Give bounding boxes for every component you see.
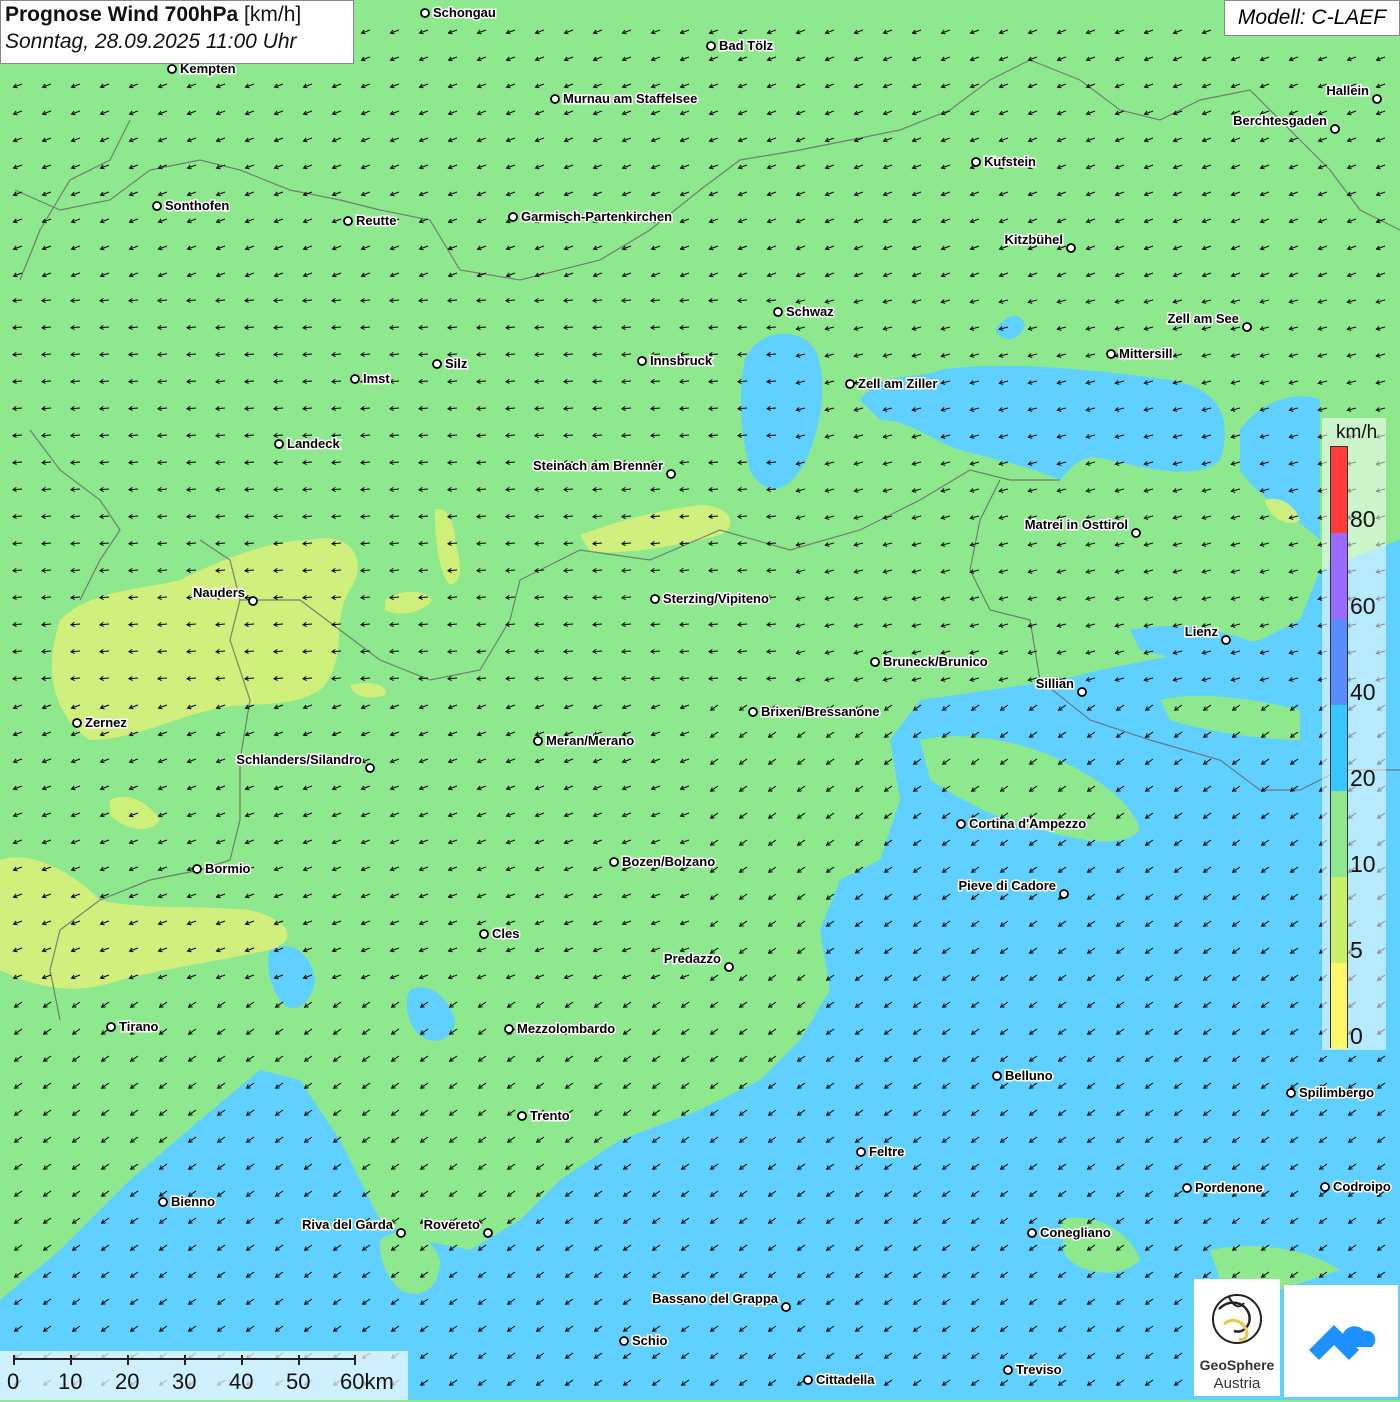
city-dot: [609, 857, 619, 867]
city-label: Innsbruck: [650, 353, 713, 368]
city-label: Bad Tölz: [719, 38, 774, 53]
city-label: Zernez: [85, 715, 127, 730]
city-label: Sillian: [1036, 676, 1074, 691]
city-dot: [748, 707, 758, 717]
city-dot: [152, 201, 162, 211]
city-dot: [870, 657, 880, 667]
city-dot: [637, 356, 647, 366]
wind-map: SchongauBad TölzKemptenMurnau am Staffel…: [0, 0, 1400, 1400]
city-dot: [343, 216, 353, 226]
city-dot: [248, 596, 258, 606]
city-marker: Innsbruck: [637, 352, 714, 370]
city-dot: [533, 736, 543, 746]
city-label: Landeck: [287, 436, 341, 451]
city-marker: Murnau am Staffelsee: [550, 90, 699, 108]
city-dot: [845, 379, 855, 389]
city-dot: [508, 212, 518, 222]
city-dot: [1066, 243, 1076, 253]
city-dot: [432, 359, 442, 369]
city-dot: [1077, 687, 1087, 697]
city-label: Steinach am Brenner: [533, 458, 663, 473]
city-label: Murnau am Staffelsee: [563, 91, 697, 106]
city-label: Bozen/Bolzano: [622, 854, 715, 869]
city-dot: [420, 8, 430, 18]
city-marker: Zell am Ziller: [845, 375, 939, 393]
city-marker: Cortina d'Ampezzo: [956, 815, 1088, 833]
city-label: Zell am See: [1167, 311, 1239, 326]
city-marker: Schongau: [420, 4, 497, 22]
city-marker: Meran/Merano: [533, 732, 636, 750]
city-label: Kitzbühel: [1005, 232, 1064, 247]
city-dot: [650, 594, 660, 604]
city-dot: [1106, 349, 1116, 359]
city-dot: [365, 763, 375, 773]
city-label: Berchtesgaden: [1233, 113, 1327, 128]
city-label: Reutte: [356, 213, 396, 228]
city-dot: [1131, 528, 1141, 538]
city-label: Hallein: [1326, 83, 1369, 98]
city-dot: [1242, 322, 1252, 332]
city-dot: [706, 41, 716, 51]
city-label: Sterzing/Vipiteno: [663, 591, 769, 606]
city-label: Brixen/Bressanone: [761, 704, 880, 719]
city-label: Sonthofen: [165, 198, 229, 213]
city-label: Bruneck/Brunico: [883, 654, 988, 669]
city-label: Meran/Merano: [546, 733, 634, 748]
city-label: Schwaz: [786, 304, 834, 319]
city-marker: Sonthofen: [152, 197, 231, 215]
city-label: Imst: [363, 371, 390, 386]
city-dot: [550, 94, 560, 104]
city-label: Garmisch-Partenkirchen: [521, 209, 672, 224]
city-dot: [72, 718, 82, 728]
city-dot: [350, 374, 360, 384]
city-label: Lienz: [1185, 624, 1219, 639]
city-label: Schongau: [433, 5, 496, 20]
city-marker: Sterzing/Vipiteno: [650, 590, 770, 608]
city-dot: [773, 307, 783, 317]
city-dot: [666, 469, 676, 479]
city-label: Zell am Ziller: [858, 376, 937, 391]
city-dot: [1221, 635, 1231, 645]
city-label: Schlanders/Silandro: [236, 752, 362, 767]
city-label: Nauders: [193, 585, 245, 600]
city-label: Kufstein: [984, 154, 1036, 169]
city-dot: [1330, 124, 1340, 134]
city-dot: [971, 157, 981, 167]
city-marker: Brixen/Bressanone: [748, 703, 881, 721]
city-label: Cortina d'Ampezzo: [969, 816, 1086, 831]
city-dot: [274, 439, 284, 449]
city-dot: [956, 819, 966, 829]
city-label: Mittersill: [1119, 346, 1172, 361]
city-marker: Bruneck/Brunico: [870, 653, 989, 671]
city-marker: Garmisch-Partenkirchen: [508, 208, 674, 226]
city-dot: [167, 64, 177, 74]
city-dot: [1372, 94, 1382, 104]
city-label: Silz: [445, 356, 468, 371]
city-marker: Bozen/Bolzano: [609, 853, 717, 871]
city-label: Matrei in Osttirol: [1025, 517, 1128, 532]
